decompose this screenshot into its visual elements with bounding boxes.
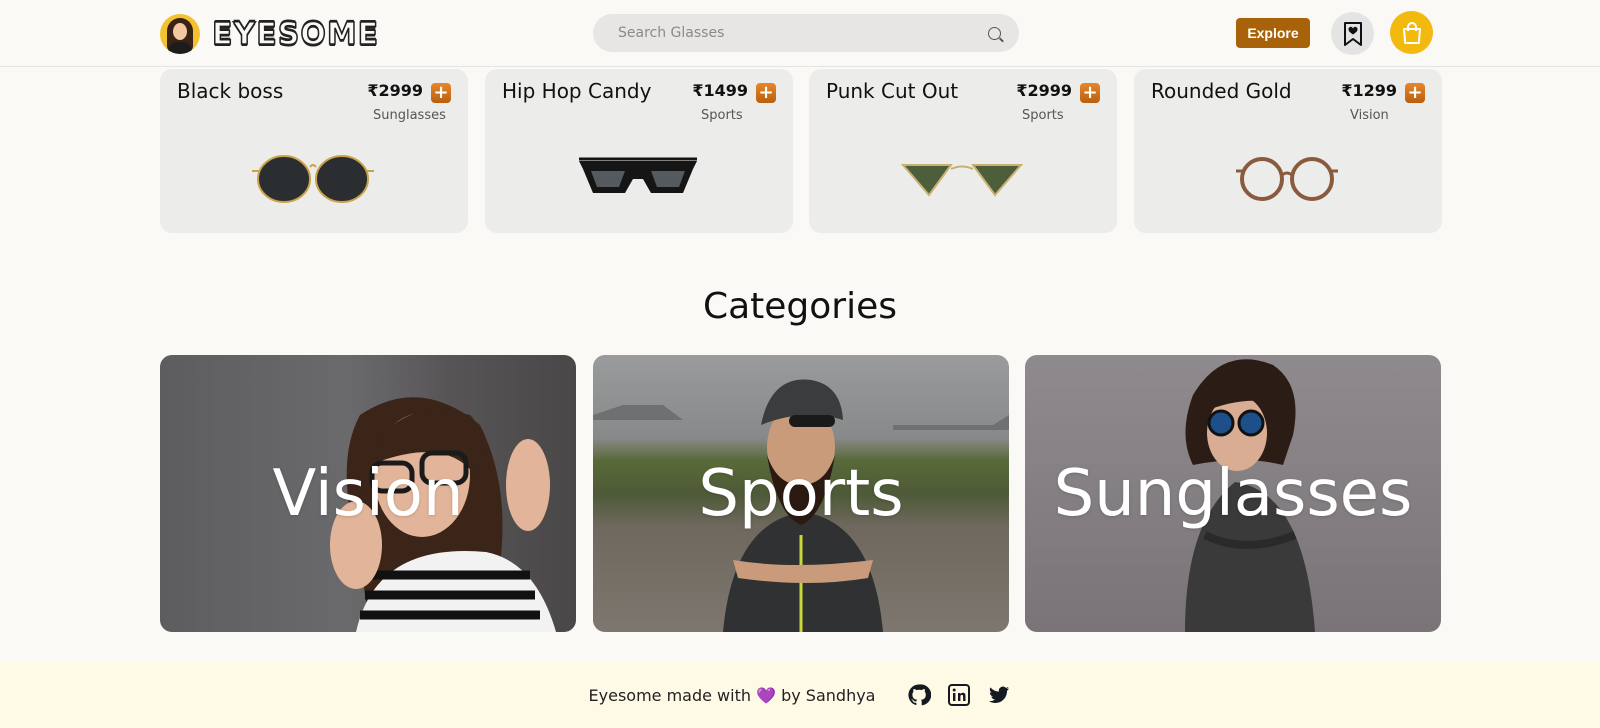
product-card[interactable]: Rounded Gold ₹1299 + Vision (1134, 69, 1442, 233)
bookmark-heart-icon (1343, 21, 1362, 46)
add-to-cart-button[interactable]: + (431, 83, 451, 103)
social-links (907, 683, 1011, 707)
add-to-cart-button[interactable]: + (1080, 83, 1100, 103)
product-list: Black boss ₹2999 + Sunglasses Hip Hop Ca… (160, 69, 1442, 233)
product-category: Sports (1022, 108, 1064, 123)
search-input[interactable] (618, 25, 988, 41)
product-card[interactable]: Black boss ₹2999 + Sunglasses (160, 69, 468, 233)
add-to-cart-button[interactable]: + (756, 83, 776, 103)
linkedin-icon[interactable] (947, 683, 971, 707)
shopping-bag-icon (1402, 21, 1421, 44)
category-label: Sports (698, 456, 904, 531)
cart-button[interactable] (1390, 11, 1433, 54)
product-price: ₹2999 (1016, 81, 1072, 100)
explore-button[interactable]: Explore (1236, 18, 1310, 48)
product-category: Sports (701, 108, 743, 123)
github-icon[interactable] (907, 683, 932, 707)
logo-avatar (160, 14, 200, 54)
product-name: Rounded Gold (1151, 79, 1292, 103)
wishlist-button[interactable] (1331, 12, 1374, 55)
category-label: Vision (272, 456, 464, 531)
category-card-sunglasses[interactable]: Sunglasses (1025, 355, 1441, 632)
product-price: ₹2999 (367, 81, 423, 100)
product-image (579, 157, 697, 193)
product-image (1236, 157, 1338, 201)
footer-credit: Eyesome made with 💜 by Sandhya (588, 685, 876, 705)
categories-heading: Categories (702, 286, 898, 327)
product-image (900, 164, 1024, 197)
product-name: Punk Cut Out (826, 79, 959, 103)
product-price: ₹1499 (692, 81, 748, 100)
twitter-icon[interactable] (987, 683, 1011, 707)
logo[interactable]: EYESOME (160, 14, 379, 54)
product-category: Sunglasses (373, 108, 446, 123)
product-image (252, 155, 374, 203)
product-card[interactable]: Punk Cut Out ₹2999 + Sports (809, 69, 1117, 233)
product-name: Black boss (177, 79, 284, 103)
search-bar (593, 14, 1019, 52)
category-card-vision[interactable]: Vision (160, 355, 576, 632)
site-footer: Eyesome made with 💜 by Sandhya (0, 662, 1600, 728)
product-name: Hip Hop Candy (502, 79, 652, 103)
product-card[interactable]: Hip Hop Candy ₹1499 + Sports (485, 69, 793, 233)
category-label: Sunglasses (1053, 456, 1413, 531)
product-price: ₹1299 (1341, 81, 1397, 100)
logo-text: EYESOME (211, 16, 380, 53)
product-category: Vision (1350, 108, 1389, 123)
site-header: EYESOME Explore (0, 0, 1600, 67)
add-to-cart-button[interactable]: + (1405, 83, 1425, 103)
category-card-sports[interactable]: Sports (593, 355, 1009, 632)
search-icon[interactable] (988, 26, 1001, 40)
